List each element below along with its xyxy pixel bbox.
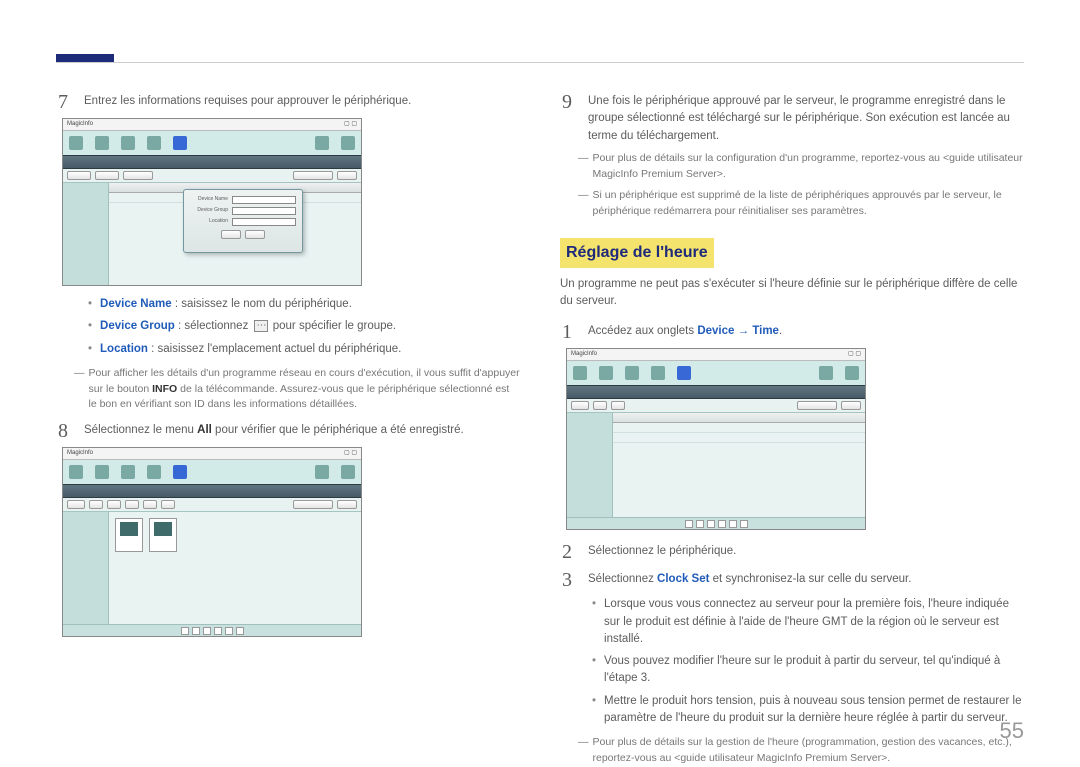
step-number: 3	[560, 568, 574, 590]
step-number: 7	[56, 90, 70, 112]
step-7: 7 Entrez les informations requises pour …	[56, 90, 520, 112]
right-column: 9 Une fois le périphérique approuvé par …	[560, 90, 1024, 733]
label-device-group: Device Group	[100, 320, 175, 332]
bullet-power-cycle: Mettre le produit hors tension, puis à n…	[592, 693, 1024, 728]
step-number: 1	[560, 320, 574, 342]
note-config-program: Pour plus de détails sur la configuratio…	[578, 151, 1024, 183]
screenshot-titlebar: MagicInfo ▢ ▢	[567, 349, 865, 361]
bullet-modify-server: Vous pouvez modifier l'heure sur le prod…	[592, 653, 1024, 688]
step-text: Une fois le périphérique approuvé par le…	[588, 90, 1024, 145]
screenshot-device-time: MagicInfo ▢ ▢	[566, 348, 866, 530]
screenshot-menubar	[567, 385, 865, 399]
step-1-time: 1 Accédez aux onglets Device → Time.	[560, 320, 1024, 342]
step-text: Entrez les informations requises pour ap…	[84, 90, 520, 112]
bullet-device-name: Device Name : saisissez le nom du périph…	[88, 296, 520, 313]
note-device-removed: Si un périphérique est supprimé de la li…	[578, 188, 1024, 220]
bullet-location: Location : saisissez l'emplacement actue…	[88, 341, 520, 358]
screenshot-toolbar	[63, 498, 361, 512]
step-text: Sélectionnez le périphérique.	[588, 540, 1024, 562]
screenshot-nav	[63, 131, 361, 155]
browse-icon	[254, 320, 268, 332]
screenshot-window-controls: ▢ ▢	[344, 449, 357, 458]
screenshot-titlebar: MagicInfo ▢ ▢	[63, 448, 361, 460]
step-text: Sélectionnez le menu All pour vérifier q…	[84, 419, 520, 441]
step-number: 8	[56, 419, 70, 441]
screenshot-titlebar: MagicInfo ▢ ▢	[63, 119, 361, 131]
step-3-time: 3 Sélectionnez Clock Set et synchronisez…	[560, 568, 1024, 590]
note-time-management: Pour plus de détails sur la gestion de l…	[578, 735, 1024, 767]
screenshot-nav	[567, 361, 865, 385]
screenshot-sidebar	[567, 413, 613, 517]
screenshot-nav	[63, 460, 361, 484]
screenshot-main	[109, 512, 361, 624]
clock-set-label: Clock Set	[657, 573, 709, 585]
info-button-label: INFO	[152, 383, 177, 395]
time-bullets: Lorsque vous vous connectez au serveur p…	[592, 596, 1024, 727]
bullet-list: Device Name : saisissez le nom du périph…	[88, 296, 520, 358]
screenshot-device-list: MagicInfo ▢ ▢	[62, 447, 362, 637]
intro-text: Un programme ne peut pas s'exécuter si l…	[560, 276, 1024, 311]
step-number: 2	[560, 540, 574, 562]
tab-time-label: Time	[752, 325, 779, 337]
menu-all-label: All	[197, 424, 212, 436]
screenshot-menubar	[63, 484, 361, 498]
label-device-name: Device Name	[100, 298, 172, 310]
screenshot-pager	[567, 517, 865, 529]
tab-device-label: Device	[697, 325, 734, 337]
text-device-group-post: pour spécifier le groupe.	[270, 320, 397, 332]
step-8: 8 Sélectionnez le menu All pour vérifier…	[56, 419, 520, 441]
bullet-gmt: Lorsque vous vous connectez au serveur p…	[592, 596, 1024, 648]
note-info-remote: Pour afficher les détails d'un programme…	[74, 366, 520, 413]
screenshot-window-controls: ▢ ▢	[344, 120, 357, 129]
text-location: : saisissez l'emplacement actuel du péri…	[148, 343, 401, 355]
heading-time-setting: Réglage de l'heure	[560, 238, 714, 268]
label-location: Location	[100, 343, 148, 355]
step-text: Accédez aux onglets Device → Time.	[588, 320, 1024, 342]
step-number: 9	[560, 90, 574, 145]
page-number: 55	[1000, 714, 1024, 747]
screenshot-approve-dialog: Device Name Device Group Location	[183, 189, 303, 253]
screenshot-body	[567, 413, 865, 517]
screenshot-menubar	[63, 155, 361, 169]
step-text: Sélectionnez Clock Set et synchronisez-l…	[588, 568, 1024, 590]
text-device-group-pre: : sélectionnez	[175, 320, 252, 332]
screenshot-main	[613, 413, 865, 517]
screenshot-body	[63, 512, 361, 624]
screenshot-approve-device: MagicInfo ▢ ▢	[62, 118, 362, 286]
arrow-icon: →	[734, 325, 752, 337]
screenshot-pager	[63, 624, 361, 636]
step-9: 9 Une fois le périphérique approuvé par …	[560, 90, 1024, 145]
step-2-time: 2 Sélectionnez le périphérique.	[560, 540, 1024, 562]
screenshot-toolbar	[63, 169, 361, 183]
header-divider	[56, 62, 1024, 63]
left-column: 7 Entrez les informations requises pour …	[56, 90, 520, 733]
screenshot-brand: MagicInfo	[67, 449, 93, 458]
bullet-device-group: Device Group : sélectionnez pour spécifi…	[88, 318, 520, 335]
text-device-name: : saisissez le nom du périphérique.	[172, 298, 352, 310]
screenshot-brand: MagicInfo	[571, 350, 597, 359]
screenshot-sidebar	[63, 512, 109, 624]
header-accent-bar	[56, 54, 114, 62]
screenshot-window-controls: ▢ ▢	[848, 350, 861, 359]
page-content: 7 Entrez les informations requises pour …	[56, 90, 1024, 733]
screenshot-sidebar	[63, 183, 109, 285]
screenshot-brand: MagicInfo	[67, 120, 93, 129]
screenshot-toolbar	[567, 399, 865, 413]
